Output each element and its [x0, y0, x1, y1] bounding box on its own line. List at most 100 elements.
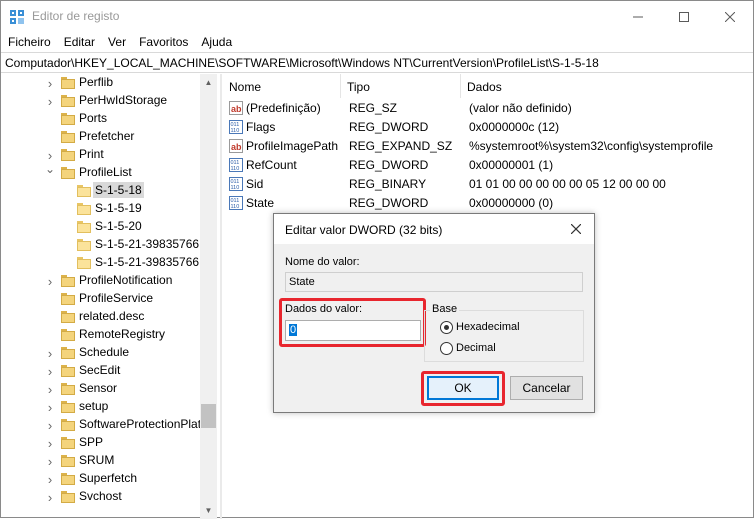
chevron-right-icon[interactable]: ›	[45, 472, 55, 487]
scroll-down-icon[interactable]: ▼	[200, 502, 217, 519]
chevron-right-icon[interactable]: ›	[45, 76, 55, 91]
folder-icon	[61, 329, 75, 341]
tree-item[interactable]: › Schedule	[1, 344, 201, 362]
tree-item-label: SoftwareProtectionPlat	[79, 417, 202, 431]
tree-item[interactable]: related.desc	[1, 308, 201, 326]
tree-item[interactable]: S-1-5-19	[1, 200, 201, 218]
tree-item[interactable]: S-1-5-21-398357661	[1, 236, 206, 254]
tree-item-label: ProfileService	[79, 291, 154, 305]
folder-icon	[61, 167, 75, 179]
tree-item[interactable]: › Sensor	[1, 380, 201, 398]
svg-text:ab: ab	[231, 104, 242, 114]
tree-item-label: RemoteRegistry	[79, 327, 166, 341]
tree-item[interactable]: › setup	[1, 398, 201, 416]
tree-item-label: setup	[79, 399, 109, 413]
chevron-right-icon[interactable]: ›	[45, 274, 55, 289]
value-row[interactable]: 011 110 State REG_DWORD 0x00000000 (0)	[223, 194, 754, 213]
maximize-button[interactable]	[661, 1, 707, 32]
tree-item[interactable]: › Perflib	[1, 74, 201, 92]
radio-decimal[interactable]	[440, 342, 453, 355]
tree-item[interactable]: › Svchost	[1, 488, 201, 506]
tree-item[interactable]: › ProfileNotification	[1, 272, 201, 290]
dialog-title-bar: Editar valor DWORD (32 bits)	[274, 214, 594, 244]
chevron-right-icon[interactable]: ›	[45, 490, 55, 505]
tree-item[interactable]: Prefetcher	[1, 128, 201, 146]
tree-item[interactable]: S-1-5-18	[1, 182, 201, 200]
value-name: (Predefinição)	[246, 101, 321, 115]
scroll-thumb[interactable]	[201, 404, 216, 428]
value-row[interactable]: ab (Predefinição) REG_SZ (valor não definid…	[223, 99, 754, 118]
tree-item[interactable]: ⌄ ProfileList	[1, 162, 201, 182]
value-name-label: Nome do valor:	[285, 256, 360, 268]
chevron-right-icon[interactable]: ›	[45, 346, 55, 361]
value-name: ProfileImagePath	[246, 139, 339, 153]
tree-item[interactable]: › Superfetch	[1, 470, 201, 488]
value-row[interactable]: 011 110 Flags REG_DWORD 0x0000000c (12)	[223, 118, 754, 137]
tree-item-label: Svchost	[79, 489, 122, 503]
value-name: RefCount	[246, 158, 297, 172]
string-value-icon: ab	[229, 101, 243, 115]
address-bar[interactable]: Computador\HKEY_LOCAL_MACHINE\SOFTWARE\M…	[1, 52, 753, 73]
base-label: Base	[430, 303, 460, 315]
tree-item[interactable]: › SRUM	[1, 452, 201, 470]
radio-hexadecimal[interactable]	[440, 321, 453, 334]
value-row[interactable]: 011 110 Sid REG_BINARY 01 01 00 00 00 00 00 …	[223, 175, 754, 194]
chevron-right-icon[interactable]: ›	[45, 94, 55, 109]
menu-ajuda[interactable]: Ajuda	[194, 32, 238, 52]
dialog-close-button[interactable]	[564, 218, 588, 240]
folder-icon	[77, 221, 91, 233]
tree-item[interactable]: › SoftwareProtectionPlat	[1, 416, 201, 434]
string-value-icon: ab	[229, 139, 243, 153]
folder-icon	[77, 239, 91, 251]
menu-ver[interactable]: Ver	[101, 32, 132, 52]
close-icon	[725, 11, 735, 22]
tree-item-label: Superfetch	[79, 471, 138, 485]
minimize-button[interactable]	[615, 1, 661, 32]
column-header-data[interactable]: Dados	[461, 74, 754, 98]
chevron-right-icon[interactable]: ›	[45, 436, 55, 451]
tree-item-label: S-1-5-20	[95, 219, 142, 233]
value-row[interactable]: 011 110 RefCount REG_DWORD 0x00000001 (1)	[223, 156, 754, 175]
tree-item[interactable]: › SecEdit	[1, 362, 201, 380]
pane-splitter[interactable]	[220, 74, 222, 519]
folder-icon	[61, 149, 75, 161]
chevron-right-icon[interactable]: ›	[45, 418, 55, 433]
tree-item[interactable]: › Print	[1, 146, 201, 164]
folder-icon	[61, 275, 75, 287]
tree-item[interactable]: Ports	[1, 110, 201, 128]
radio-decimal-label[interactable]: Decimal	[456, 342, 496, 354]
value-data: (valor não definido)	[469, 101, 572, 115]
column-header-type[interactable]: Tipo	[341, 74, 461, 98]
menu-ficheiro[interactable]: Ficheiro	[1, 32, 57, 52]
tree-item[interactable]: ProfileService	[1, 290, 201, 308]
tree-item[interactable]: › PerHwIdStorage	[1, 92, 201, 110]
radio-hexadecimal-label[interactable]: Hexadecimal	[456, 321, 520, 333]
tree-item[interactable]: › SPP	[1, 434, 201, 452]
menu-favoritos[interactable]: Favoritos	[132, 32, 194, 52]
close-button[interactable]	[707, 1, 753, 32]
value-data: 0x00000000 (0)	[469, 196, 554, 210]
chevron-right-icon[interactable]: ›	[45, 400, 55, 415]
chevron-right-icon[interactable]: ›	[45, 454, 55, 469]
chevron-down-icon[interactable]: ⌄	[45, 162, 55, 176]
value-row[interactable]: ab ProfileImagePath REG_EXPAND_SZ %systemro…	[223, 137, 754, 156]
value-name-field: State	[285, 272, 583, 292]
cancel-button[interactable]: Cancelar	[510, 376, 583, 400]
tree-item[interactable]: RemoteRegistry	[1, 326, 201, 344]
menu-editar[interactable]: Editar	[57, 32, 101, 52]
chevron-right-icon[interactable]: ›	[45, 382, 55, 397]
scroll-up-icon[interactable]: ▲	[200, 74, 217, 91]
tree-scrollbar[interactable]: ▲ ▼	[200, 74, 217, 519]
column-header-name[interactable]: Nome	[223, 74, 341, 98]
chevron-right-icon[interactable]: ›	[45, 364, 55, 379]
chevron-right-icon[interactable]: ›	[45, 148, 55, 163]
folder-icon	[61, 347, 75, 359]
tree-item[interactable]: S-1-5-21-398357661	[1, 254, 206, 272]
tree-item[interactable]: S-1-5-20	[1, 218, 201, 236]
close-icon	[571, 224, 581, 234]
binary-value-icon: 011 110	[229, 158, 243, 172]
value-name: Flags	[246, 120, 276, 134]
folder-icon	[61, 383, 75, 395]
value-type: REG_EXPAND_SZ	[349, 139, 453, 153]
svg-text:110: 110	[231, 185, 240, 191]
